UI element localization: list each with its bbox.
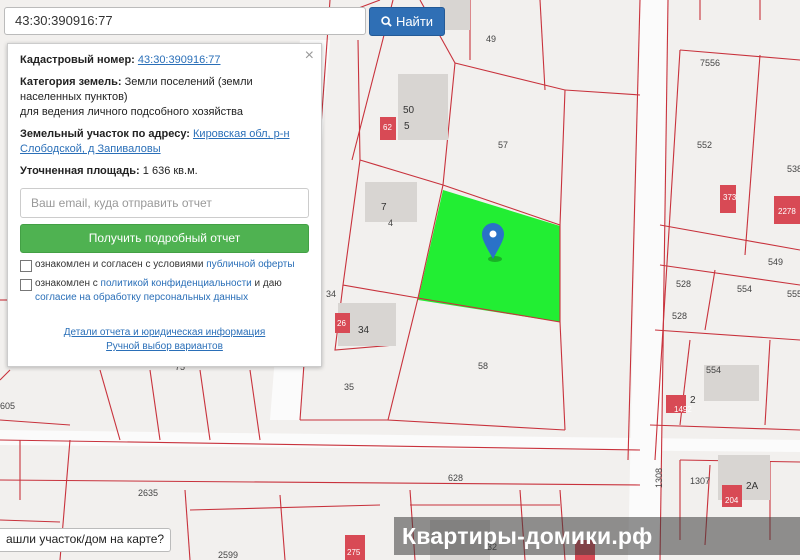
parcel-label: 373 — [723, 193, 737, 202]
parcel-label: 528 — [676, 279, 691, 289]
agree-offer-label: ознакомлен и согласен с условиями публич… — [35, 258, 295, 272]
parcel-label: 62 — [383, 123, 392, 132]
agree-privacy-mid: и даю — [254, 278, 282, 289]
manual-selection-link[interactable]: Ручной выбор вариантов — [106, 341, 223, 352]
parcel-label: 549 — [768, 257, 783, 267]
parcel-label: 5 — [404, 121, 410, 132]
parcel-label: 2635 — [138, 488, 158, 498]
address-row: Земельный участок по адресу: Кировская о… — [20, 127, 309, 157]
found-parcel-prompt[interactable]: ашли участок/дом на карте? — [0, 528, 172, 552]
parcel-label: 555 — [787, 289, 800, 299]
category-purpose: для ведения личного подсобного хозяйства — [20, 106, 243, 118]
email-field[interactable]: Ваш email, куда отправить отчет — [20, 188, 309, 218]
search-icon — [381, 16, 392, 27]
public-offer-link[interactable]: публичной оферты — [206, 259, 294, 270]
parcel-label: 26 — [337, 319, 346, 328]
parcel-label: 528 — [672, 311, 687, 321]
personal-data-consent-link[interactable]: согласие на обработку персональных данны… — [35, 292, 248, 303]
agree-offer-text: ознакомлен и согласен с условиями — [35, 259, 204, 270]
close-icon[interactable]: × — [305, 47, 314, 65]
get-report-button[interactable]: Получить подробный отчет — [20, 224, 309, 253]
parcel-label: 35 — [344, 382, 354, 392]
parcel-label: 2A — [746, 481, 759, 492]
parcel-label: 34 — [358, 325, 370, 336]
parcel-label: 2599 — [218, 550, 238, 560]
cadastral-row: Кадастровый номер: 43:30:390916:77 — [20, 53, 309, 68]
search-input[interactable] — [13, 12, 361, 29]
area-row: Уточненная площадь: 1 636 кв.м. — [20, 164, 309, 179]
agree-privacy-label: ознакомлен с политикой конфиденциальност… — [35, 277, 282, 305]
address-label: Земельный участок по адресу: — [20, 128, 190, 140]
parcel-label: 1307 — [690, 476, 710, 486]
parcel-info-panel: × Кадастровый номер: 43:30:390916:77 Кат… — [7, 43, 322, 367]
agree-offer-row: ознакомлен и согласен с условиями публич… — [20, 258, 309, 272]
parcel-label: 538 — [787, 164, 800, 174]
site-watermark: Квартиры-домики.рф — [394, 517, 800, 555]
parcel-label: 605 — [0, 401, 15, 411]
parcel-label: 50 — [403, 105, 415, 116]
cadastral-number-link[interactable]: 43:30:390916:77 — [138, 54, 221, 66]
parcel-label: 552 — [697, 140, 712, 150]
area-value: 1 636 кв.м. — [142, 165, 198, 177]
category-label: Категория земель: — [20, 76, 122, 88]
parcel-label: 57 — [498, 140, 508, 150]
parcel-label: 554 — [737, 284, 752, 294]
agree-privacy-row: ознакомлен с политикой конфиденциальност… — [20, 277, 309, 305]
parcel-label: 7 — [381, 202, 387, 213]
search-input-wrapper[interactable] — [4, 7, 366, 35]
parcel-label: 58 — [478, 361, 488, 371]
agree-privacy-text: ознакомлен с — [35, 278, 98, 289]
category-row: Категория земель: Земли поселений (земли… — [20, 75, 309, 120]
area-label: Уточненная площадь: — [20, 165, 140, 177]
parcel-label: 4 — [388, 218, 393, 228]
parcel-label: 2278 — [778, 207, 796, 216]
parcel-label: 554 — [706, 365, 721, 375]
parcel-label: 7556 — [700, 58, 720, 68]
report-details-link[interactable]: Детали отчета и юридическая информация — [64, 327, 266, 338]
parcel-label: 34 — [326, 289, 336, 299]
panel-links: Детали отчета и юридическая информация Р… — [20, 326, 309, 354]
parcel-label: 1492 — [674, 405, 692, 414]
parcel-label: 204 — [725, 496, 739, 505]
parcel-label: 628 — [448, 473, 463, 483]
parcel-label: 1308 — [654, 468, 664, 488]
search-button[interactable]: Найти — [369, 7, 445, 36]
parcel-label: 275 — [347, 548, 361, 557]
parcel-label: 49 — [486, 34, 496, 44]
search-button-label: Найти — [395, 14, 434, 29]
agree-privacy-checkbox[interactable] — [20, 279, 32, 291]
agree-offer-checkbox[interactable] — [20, 260, 32, 272]
cadastral-label: Кадастровый номер: — [20, 54, 135, 66]
privacy-policy-link[interactable]: политикой конфиденциальности — [101, 278, 252, 289]
